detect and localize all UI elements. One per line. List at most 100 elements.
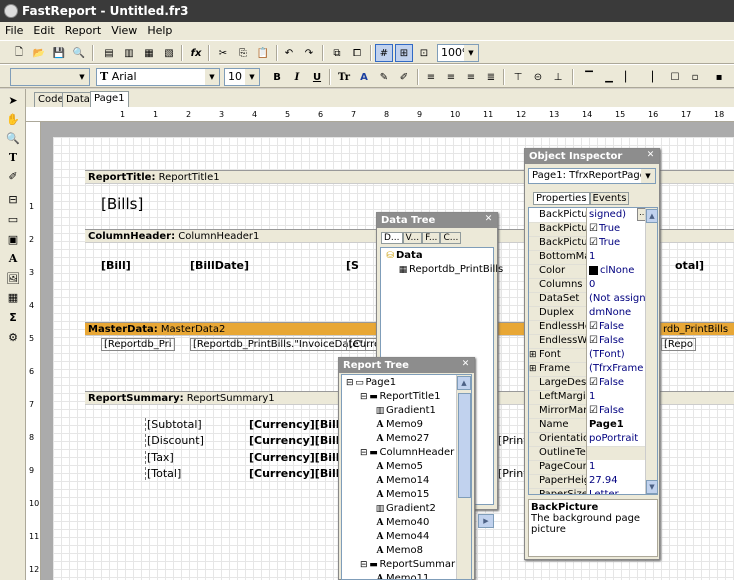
- show-grid-icon[interactable]: #: [375, 44, 393, 62]
- property-value-cell[interactable]: ☑False: [587, 320, 649, 335]
- scroll-right-icon[interactable]: ▶: [478, 514, 494, 528]
- tree-item[interactable]: A Memo14: [374, 475, 430, 486]
- italic-icon[interactable]: I: [288, 68, 306, 86]
- highlight-icon[interactable]: ✎: [375, 68, 393, 86]
- property-value-cell[interactable]: poPortrait: [587, 432, 649, 447]
- property-row[interactable]: BottomMargin1: [529, 250, 649, 265]
- tree-item[interactable]: A Memo11: [374, 573, 430, 579]
- tree-item[interactable]: ⊟ ▬ ReportTitle1: [360, 391, 441, 402]
- memo-col-bill[interactable]: [Bill]: [101, 259, 131, 272]
- scroll-up-icon[interactable]: ▲: [646, 209, 657, 223]
- tab-datasets[interactable]: D...: [381, 232, 403, 244]
- property-value-cell[interactable]: (TfrxFrame: [587, 362, 649, 377]
- preview-icon[interactable]: 🔍: [70, 44, 88, 62]
- tab-properties[interactable]: Properties: [533, 192, 590, 205]
- tree-item[interactable]: A Memo15: [374, 489, 430, 500]
- valign-top-icon[interactable]: ⊤: [509, 68, 527, 86]
- checkbox-icon[interactable]: ☑: [589, 321, 598, 332]
- tree-item[interactable]: ▥ Gradient1: [374, 405, 436, 416]
- checkbox-icon[interactable]: ☑: [589, 237, 598, 248]
- shadow-icon[interactable]: ▪: [710, 68, 728, 86]
- open-icon[interactable]: 📂: [30, 44, 48, 62]
- fit-grid-icon[interactable]: ⊡: [415, 44, 433, 62]
- underline-icon[interactable]: U: [308, 68, 326, 86]
- memo-md-invoice[interactable]: [Reportdb_PrintBills."InvoiceDate": [190, 338, 367, 351]
- property-value-cell[interactable]: ☑True: [587, 236, 649, 251]
- tab-functions[interactable]: F...: [422, 232, 441, 244]
- property-row[interactable]: DataSet (Not assign: [529, 292, 649, 307]
- new-icon[interactable]: 🗋: [10, 44, 28, 62]
- font-select[interactable]: T Arial ▼: [96, 68, 220, 86]
- new-dialog-icon[interactable]: ▦: [140, 44, 158, 62]
- menu-help[interactable]: Help: [142, 22, 177, 39]
- format-painter-icon[interactable]: ✐: [395, 68, 413, 86]
- close-icon[interactable]: ✕: [460, 359, 471, 370]
- tab-events[interactable]: Events: [589, 192, 630, 205]
- property-value-cell[interactable]: Letter: [587, 488, 649, 494]
- property-value-cell[interactable]: Page1: [587, 418, 649, 433]
- font-size-select[interactable]: 10 ▼: [224, 68, 260, 86]
- font-color-icon[interactable]: A: [355, 68, 373, 86]
- align-left-icon[interactable]: ≡: [422, 68, 440, 86]
- tree-item[interactable]: A Memo9: [374, 419, 424, 430]
- valign-center-icon[interactable]: ⊝: [529, 68, 547, 86]
- undo-icon[interactable]: ↶: [280, 44, 298, 62]
- zoom-tool-icon[interactable]: 🔍: [4, 129, 22, 147]
- cut-icon[interactable]: ✂: [214, 44, 232, 62]
- collapse-icon[interactable]: ⊟: [360, 560, 368, 570]
- object-select[interactable]: Page1: TfrxReportPage ▼: [528, 168, 656, 184]
- align-justify-icon[interactable]: ≣: [482, 68, 500, 86]
- property-row[interactable]: PageCount1: [529, 460, 649, 475]
- tree-item[interactable]: A Memo5: [374, 461, 424, 472]
- paste-icon[interactable]: 📋: [254, 44, 272, 62]
- more-objects-icon[interactable]: ⚙: [4, 328, 22, 346]
- menu-edit[interactable]: Edit: [28, 22, 59, 39]
- frame-right-icon[interactable]: ▕: [640, 68, 658, 86]
- close-icon[interactable]: ✕: [645, 150, 656, 161]
- scroll-down-icon[interactable]: ▼: [646, 480, 657, 494]
- font-settings-icon[interactable]: Tr: [335, 68, 353, 86]
- collapse-icon[interactable]: ⊟: [360, 448, 368, 458]
- tree-item[interactable]: ⊟ ▬ ColumnHeader: [360, 447, 454, 458]
- property-row[interactable]: ⊞ Font (TFont): [529, 348, 649, 363]
- frame-bottom-icon[interactable]: ▁: [600, 68, 618, 86]
- property-value-cell[interactable]: 1: [587, 390, 649, 405]
- property-value-cell[interactable]: ☑False: [587, 404, 649, 419]
- property-row[interactable]: BackPictureV☑True: [529, 236, 649, 251]
- tab-classes[interactable]: C...: [440, 232, 462, 244]
- bold-icon[interactable]: B: [268, 68, 286, 86]
- property-row[interactable]: LeftMargin 1: [529, 390, 649, 405]
- memo-discount[interactable]: [Discount]: [145, 434, 204, 447]
- tab-variables[interactable]: V...: [402, 232, 423, 244]
- function-icon[interactable]: fx: [187, 44, 205, 62]
- property-row[interactable]: BackPictureP☑True: [529, 222, 649, 237]
- tree-item-data[interactable]: ⛁ Data: [384, 250, 422, 261]
- subreport-icon[interactable]: ▭: [4, 210, 22, 228]
- tree-item[interactable]: A Memo44: [374, 531, 430, 542]
- valign-bottom-icon[interactable]: ⊥: [549, 68, 567, 86]
- object-inspector-titlebar[interactable]: Object Inspector ✕: [525, 149, 659, 164]
- property-value-cell[interactable]: (Not assign: [587, 292, 649, 307]
- property-row[interactable]: EndlessHeigh☑False: [529, 320, 649, 335]
- property-row[interactable]: OrientationpoPortrait: [529, 432, 649, 447]
- property-value-cell[interactable]: dmNone: [587, 306, 649, 321]
- property-value-cell[interactable]: 27.94: [587, 474, 649, 489]
- collapse-icon[interactable]: ⊟: [346, 378, 354, 388]
- text-object-icon[interactable]: A: [4, 249, 22, 267]
- checkbox-icon[interactable]: ☑: [589, 223, 598, 234]
- property-value-cell[interactable]: [587, 446, 649, 447]
- tab-page1[interactable]: Page1: [90, 91, 129, 107]
- report-tree-scrollbar[interactable]: ▲: [456, 375, 471, 579]
- memo-col-billdate[interactable]: [BillDate]: [190, 259, 249, 272]
- memo-col-s[interactable]: [S: [346, 259, 359, 272]
- property-value-cell[interactable]: clNone: [587, 264, 649, 279]
- checkbox-icon[interactable]: ☑: [589, 335, 598, 346]
- memo-cur-bills[interactable]: [Currency][BillS: [249, 418, 347, 431]
- property-row[interactable]: EndlessWidth☑False: [529, 334, 649, 349]
- memo-tax[interactable]: [Tax]: [145, 451, 174, 464]
- memo-total[interactable]: [Total]: [145, 467, 181, 480]
- property-row[interactable]: BackPicturesigned)⋯: [529, 208, 649, 223]
- property-value-cell[interactable]: 1: [587, 460, 649, 475]
- checkbox-icon[interactable]: ☑: [589, 405, 598, 416]
- scroll-up-icon[interactable]: ▲: [457, 376, 471, 390]
